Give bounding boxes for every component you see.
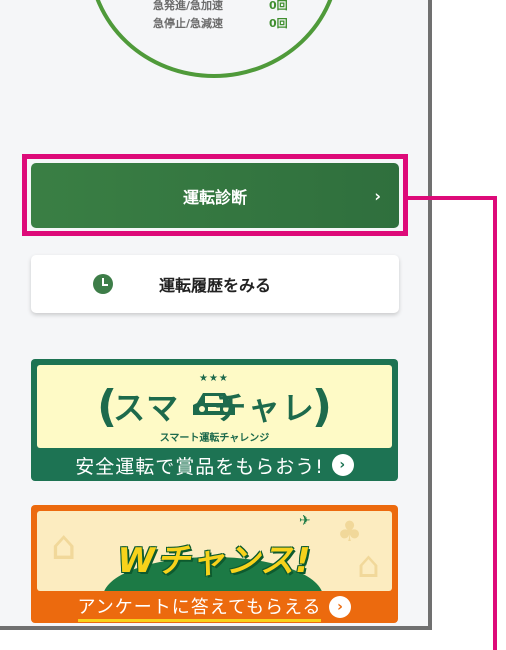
- stat-row-sudden-stop: 急停止/急減速 0回: [153, 15, 288, 31]
- stat-label: 急停止/急減速: [153, 17, 224, 30]
- smart-challenge-banner[interactable]: ( ) ★★★ スマ チャレ スマート運転チャレンジ 安全運転で賞品をもらおう!…: [31, 359, 398, 481]
- diagnosis-highlight-box: [22, 154, 408, 236]
- smart-challenge-cta-text: 安全運転で賞品をもらおう!: [75, 455, 324, 478]
- arrow-circle-icon: ›: [331, 454, 354, 476]
- smart-challenge-cta: 安全運転で賞品をもらおう! ›: [31, 451, 398, 479]
- bird-icon: ✈: [299, 513, 311, 529]
- w-chance-cta-text: アンケートに答えてもらえる: [77, 593, 322, 622]
- phone-screen: 急発進/急加速 0回 急停止/急減速 0回 運転診断 › 運転履歴をみる ( )…: [0, 0, 432, 630]
- driving-history-button[interactable]: 運転履歴をみる: [31, 255, 399, 313]
- w-chance-banner[interactable]: ⌂ ♣ ⌂ ✈ Wチャンス! アンケートに答えてもらえる ›: [31, 505, 398, 623]
- driving-history-label: 運転履歴をみる: [158, 276, 271, 295]
- clock-icon: [93, 274, 113, 294]
- stat-value: 0回: [269, 0, 288, 12]
- w-chance-artwork: ⌂ ♣ ⌂ ✈ Wチャンス!: [37, 511, 392, 591]
- smart-challenge-artwork: ( ) ★★★ スマ チャレ スマート運転チャレンジ: [37, 365, 392, 448]
- smart-challenge-title: スマ チャレ: [113, 389, 316, 427]
- callout-line-horizontal: [408, 196, 497, 200]
- stat-label: 急発進/急加速: [153, 0, 224, 12]
- stat-value: 0回: [269, 17, 288, 30]
- smart-challenge-subtitle: スマート運転チャレンジ: [159, 433, 270, 444]
- w-chance-title: Wチャンス!: [117, 541, 312, 581]
- w-chance-cta: アンケートに答えてもらえる ›: [31, 593, 398, 622]
- callout-line-vertical: [493, 196, 497, 650]
- arrow-circle-icon: ›: [329, 596, 352, 618]
- stat-row-sudden-start: 急発進/急加速 0回: [153, 0, 288, 13]
